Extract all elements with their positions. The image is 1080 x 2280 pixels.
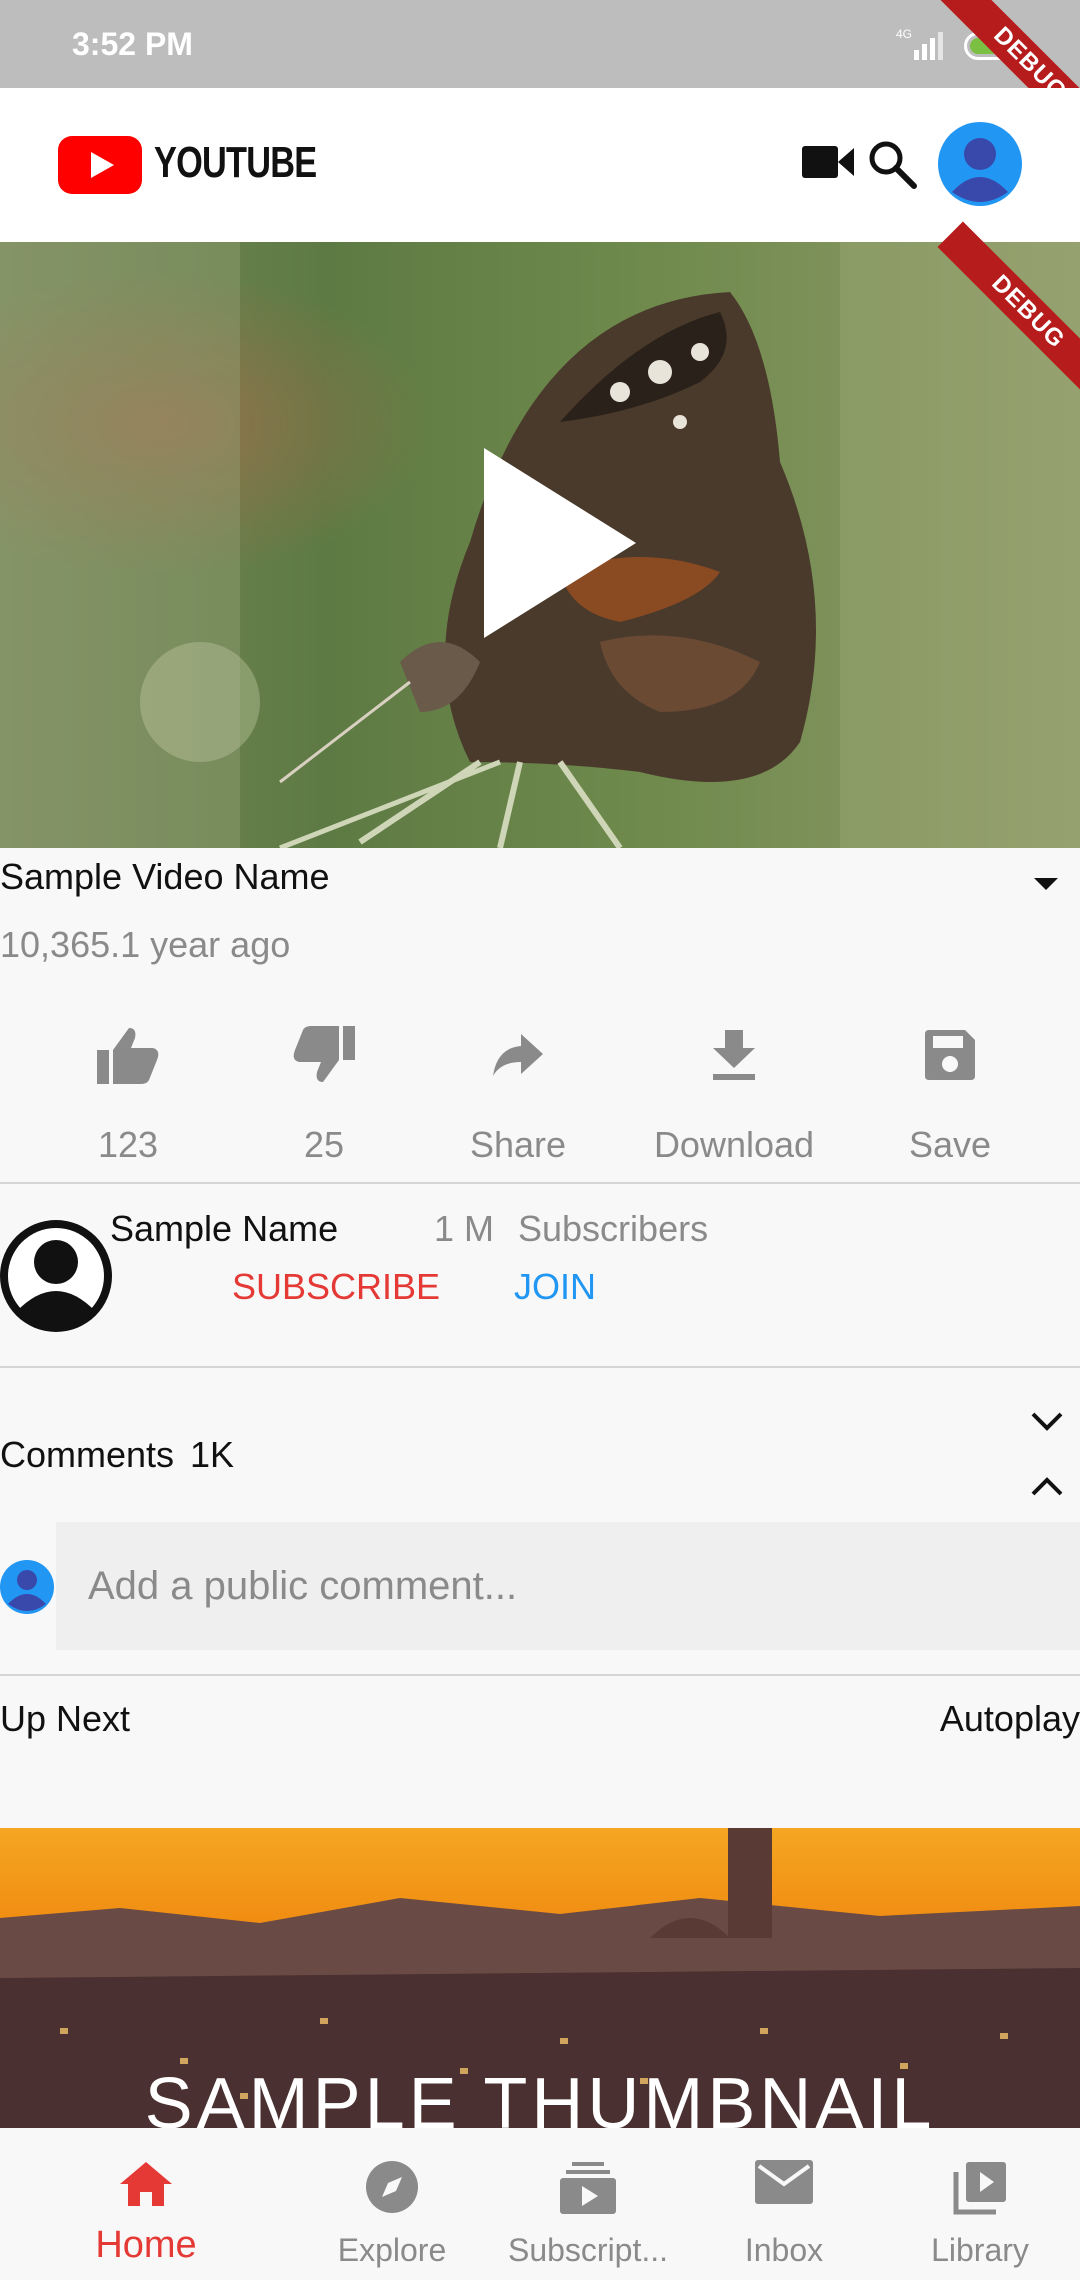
comment-input[interactable]: [56, 1522, 1080, 1650]
nav-explore-label: Explore: [337, 2232, 447, 2268]
nav-inbox-label: Inbox: [744, 2232, 824, 2268]
download-label: Download: [653, 1124, 815, 1165]
app-title: YOUTUBE: [154, 138, 317, 187]
video-camera-icon[interactable]: [800, 142, 856, 187]
share-label: Share: [469, 1124, 567, 1165]
chevron-down-icon[interactable]: [1030, 1410, 1064, 1437]
nav-inbox[interactable]: Inbox: [684, 2128, 884, 2280]
signal-icon: 4G: [888, 26, 958, 67]
video-player[interactable]: [0, 242, 1080, 848]
nav-home-label: Home: [95, 2224, 197, 2266]
thumb-up-icon: [18, 1020, 238, 1090]
share-icon: [408, 1020, 628, 1090]
nav-library-label: Library: [931, 2232, 1029, 2268]
network-type: 4G: [896, 27, 912, 41]
explore-icon: [292, 2160, 492, 2214]
subscriber-count: 1 M: [434, 1208, 495, 1249]
nav-home[interactable]: Home: [46, 2128, 246, 2280]
divider: [0, 1182, 1080, 1184]
nav-explore[interactable]: Explore: [292, 2128, 492, 2280]
app-bar: YOUTUBE: [0, 88, 1080, 242]
nav-library[interactable]: Library: [880, 2128, 1080, 2280]
channel-name[interactable]: Sample Name: [110, 1208, 338, 1250]
like-button[interactable]: 123: [18, 1020, 238, 1166]
library-icon: [880, 2160, 1080, 2216]
subscribe-button[interactable]: SUBSCRIBE: [232, 1266, 440, 1308]
divider: [0, 1366, 1080, 1368]
account-avatar-icon[interactable]: [938, 122, 1022, 211]
thumbnail-caption: SAMPLE THUMBNAIL: [145, 2064, 936, 2128]
user-avatar-icon: [0, 1560, 54, 1619]
subscriptions-icon: [488, 2160, 688, 2214]
comments-title[interactable]: Comments: [0, 1434, 174, 1476]
up-next-thumbnail[interactable]: SAMPLE THUMBNAIL: [0, 1828, 1080, 2128]
share-button[interactable]: Share: [408, 1020, 628, 1166]
save-icon: [840, 1020, 1060, 1090]
status-bar: 3:52 PM 4G 38: [0, 0, 1080, 88]
download-icon: [624, 1020, 844, 1090]
video-meta: 10,365.1 year ago: [0, 924, 291, 965]
subscriber-label: Subscribers: [518, 1208, 709, 1249]
status-time: 3:52 PM: [72, 26, 193, 62]
autoplay-toggle[interactable]: Autoplay: [940, 1698, 1080, 1740]
join-button[interactable]: JOIN: [514, 1266, 596, 1308]
like-count: 123: [97, 1124, 159, 1165]
nav-subscriptions[interactable]: Subscript...: [488, 2128, 688, 2280]
caret-down-icon[interactable]: [1032, 876, 1060, 897]
search-icon[interactable]: [866, 138, 918, 195]
download-button[interactable]: Download: [624, 1020, 844, 1166]
dislike-count: 25: [303, 1124, 345, 1165]
nav-subscriptions-label: Subscript...: [507, 2232, 669, 2268]
channel-avatar-icon[interactable]: [0, 1220, 112, 1337]
save-button[interactable]: Save: [840, 1020, 1060, 1166]
comments-count: 1K: [190, 1434, 235, 1475]
youtube-logo-icon: [58, 136, 142, 199]
home-icon: [46, 2160, 246, 2208]
up-next-label: Up Next: [0, 1698, 131, 1739]
save-label: Save: [908, 1124, 992, 1165]
chevron-up-icon[interactable]: [1030, 1476, 1064, 1503]
thumb-down-icon: [214, 1020, 434, 1090]
video-title: Sample Video Name: [0, 856, 330, 897]
dislike-button[interactable]: 25: [214, 1020, 434, 1166]
inbox-icon: [684, 2160, 884, 2204]
divider: [0, 1674, 1080, 1676]
bottom-navigation: Home Explore Subscript... Inbox Library: [0, 2128, 1080, 2280]
